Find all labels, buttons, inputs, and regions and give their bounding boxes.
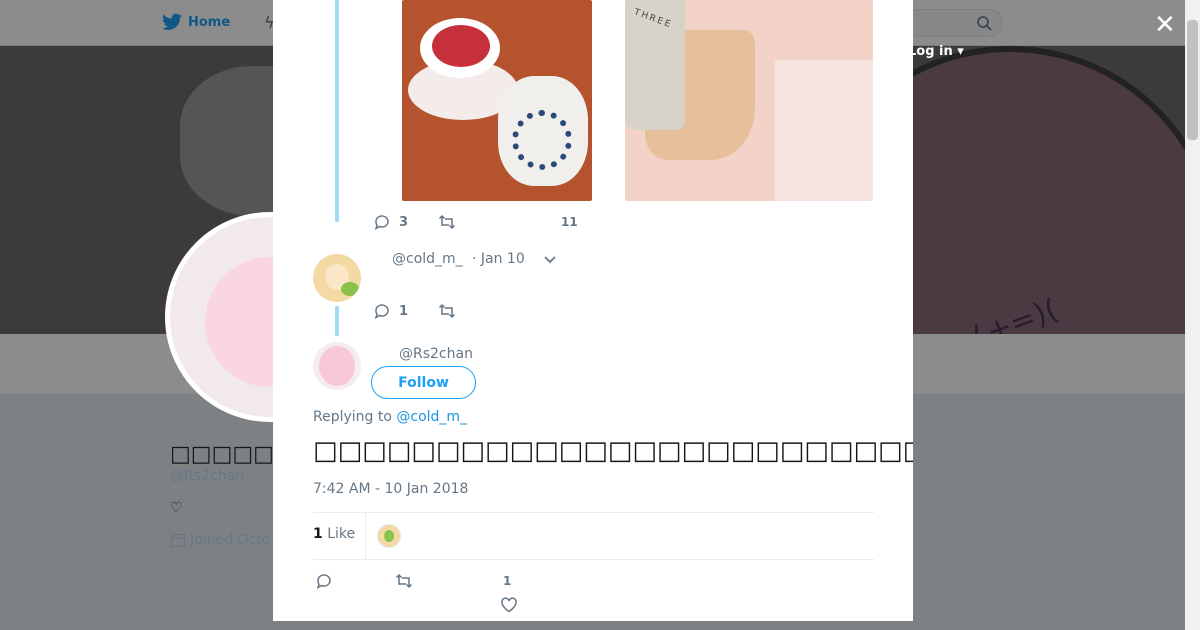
reply-icon [374,215,389,231]
bottle-label: THREE [632,7,674,31]
thread-line [335,0,339,222]
calendar-icon [170,533,186,548]
reply-icon [374,304,389,320]
tweet-timestamp[interactable]: 7:42 AM - 10 Jan 2018 [313,481,468,497]
follow-button[interactable]: Follow [371,366,476,399]
reply-icon[interactable] [315,572,333,590]
avatar[interactable] [313,254,361,302]
likes-stat[interactable]: 1 Like [313,526,355,542]
tweet-text: □□□□□□□□□□□□□□□□□□□□□□□□□□□□□□□( ˘o˘ )♪ [313,436,913,466]
scrollbar[interactable] [1185,0,1200,630]
heart-icon[interactable] [500,596,518,614]
retweet-button[interactable] [438,302,456,320]
close-icon[interactable]: ✕ [1154,12,1176,38]
retweet-icon[interactable] [395,572,413,590]
profile-bio: ♡ [170,500,183,516]
tweet-date[interactable]: · Jan 10 [472,251,525,267]
like-count: 1 [503,574,512,588]
middle-tweet-actions: 1 [373,302,456,320]
thread-line [335,306,339,336]
retweet-icon [439,214,456,230]
tweet-handle[interactable]: @Rs2chan [399,346,473,362]
likes-stat-count: 1 [313,526,323,542]
retweet-icon [439,303,456,319]
profile-joined: Joined Octo [170,532,270,548]
stat-divider [365,513,366,559]
reply-count: 3 [399,214,409,230]
retweet-button[interactable] [438,213,456,231]
avatar[interactable] [313,342,361,390]
liker-avatar[interactable] [377,524,401,548]
login-link[interactable]: Log in ▾ [908,44,964,59]
profile-handle: @Rs2chan [170,468,244,484]
reply-count: 1 [399,303,409,319]
parent-tweet-actions: 3 [373,213,456,231]
like-count[interactable]: 11 [561,215,578,229]
chevron-down-icon[interactable] [543,252,557,266]
tweet-handle[interactable]: @cold_m_ [392,251,463,267]
tweet-photo-gift-box[interactable]: THREE [625,0,873,201]
tweet-photo-tea[interactable] [402,0,592,201]
login-label: Log in [908,44,953,59]
replying-prefix: Replying to [313,409,392,425]
tweet-stats: 1 Like [313,512,874,560]
scrollbar-thumb[interactable] [1187,20,1198,140]
tweet-modal: THREE 3 11 @cold_m_ · Jan 10 1 @Rs2chan … [273,0,913,621]
likes-stat-label: Like [327,526,356,542]
replying-to: Replying to @cold_m_ [313,409,467,425]
profile-joined-text: Joined Octo [190,532,271,548]
reply-button[interactable]: 3 [373,213,408,231]
reply-button[interactable]: 1 [373,302,408,320]
replying-to-link[interactable]: @cold_m_ [396,409,467,425]
